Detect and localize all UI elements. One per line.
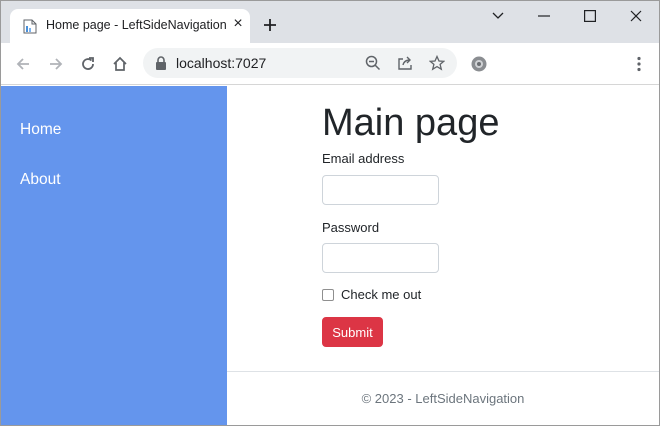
browser-tab[interactable]: Home page - LeftSideNavigation × bbox=[10, 9, 250, 43]
sidebar-item-home[interactable]: Home bbox=[20, 121, 61, 139]
page-icon bbox=[23, 19, 37, 34]
forward-arrow-icon[interactable] bbox=[44, 52, 68, 76]
address-bar[interactable]: localhost:7027 bbox=[143, 48, 457, 78]
page-title: Main page bbox=[322, 102, 500, 144]
sidebar: Home About bbox=[1, 86, 227, 425]
extension-icon[interactable] bbox=[467, 52, 491, 76]
footer-divider bbox=[227, 371, 659, 372]
browser-window: Home page - LeftSideNavigation × localho… bbox=[0, 0, 660, 426]
lock-icon[interactable] bbox=[155, 56, 167, 70]
more-menu-icon[interactable] bbox=[627, 52, 651, 76]
url-text[interactable]: localhost:7027 bbox=[176, 55, 266, 71]
browser-toolbar: localhost:7027 bbox=[1, 43, 659, 85]
submit-button[interactable]: Submit bbox=[322, 317, 383, 347]
zoom-icon[interactable] bbox=[363, 53, 383, 73]
star-icon[interactable] bbox=[427, 53, 447, 73]
check-me-out-label[interactable]: Check me out bbox=[341, 287, 421, 302]
web-page: Home About Main page Email address Passw… bbox=[1, 86, 659, 425]
new-tab-icon[interactable] bbox=[261, 16, 279, 34]
share-icon[interactable] bbox=[395, 53, 415, 73]
main-content: Main page Email address Password Check m… bbox=[227, 86, 659, 425]
tab-search-icon[interactable] bbox=[475, 1, 521, 31]
password-field[interactable] bbox=[322, 243, 439, 273]
reload-icon[interactable] bbox=[76, 52, 100, 76]
close-window-icon[interactable] bbox=[613, 1, 659, 31]
sidebar-item-about[interactable]: About bbox=[20, 171, 61, 189]
close-tab-icon[interactable]: × bbox=[230, 16, 246, 32]
maximize-icon[interactable] bbox=[567, 1, 613, 31]
password-label: Password bbox=[322, 220, 380, 235]
email-field[interactable] bbox=[322, 175, 439, 205]
tab-strip: Home page - LeftSideNavigation × bbox=[1, 1, 659, 43]
home-icon[interactable] bbox=[108, 52, 132, 76]
check-me-out-checkbox[interactable] bbox=[322, 289, 334, 301]
back-arrow-icon[interactable] bbox=[11, 52, 35, 76]
minimize-icon[interactable] bbox=[521, 1, 567, 31]
footer-text: © 2023 - LeftSideNavigation bbox=[361, 391, 525, 406]
email-label: Email address bbox=[322, 151, 405, 166]
tab-title: Home page - LeftSideNavigation bbox=[46, 18, 227, 32]
